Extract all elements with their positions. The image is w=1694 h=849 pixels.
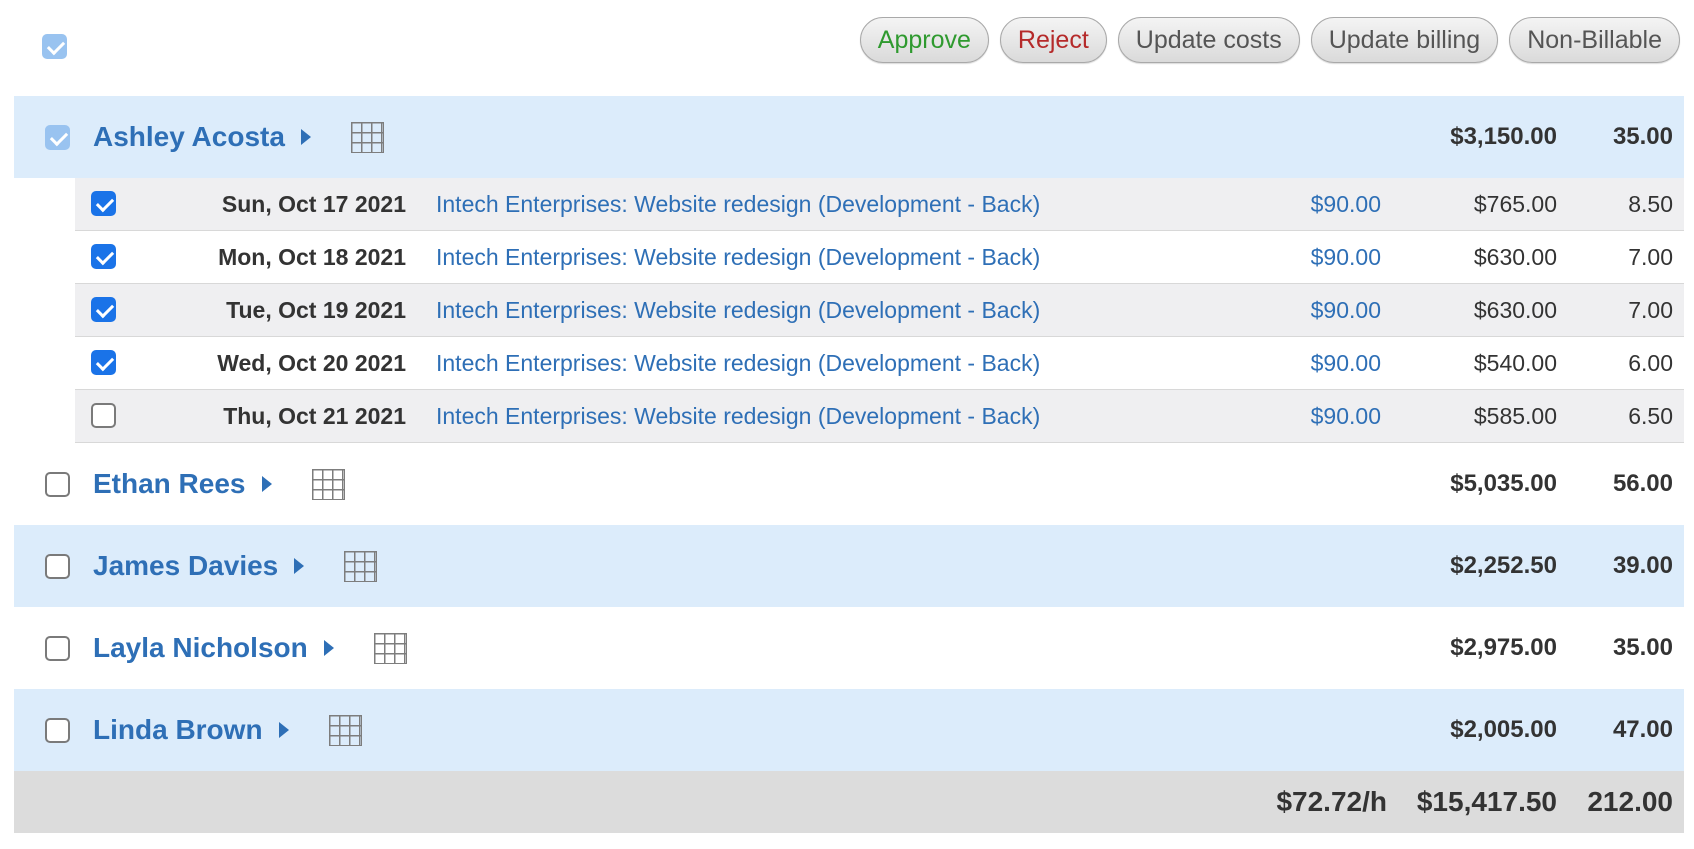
entry-date: Thu, Oct 21 2021 <box>223 403 406 429</box>
entry-date: Sun, Oct 17 2021 <box>221 191 406 217</box>
group-row-ashley-acosta: Ashley Acosta $3,150.00 35.00 <box>14 96 1684 178</box>
group-checkbox[interactable] <box>45 718 70 743</box>
group-hours: 39.00 <box>1612 552 1673 579</box>
group-name-cell: James Davies <box>93 525 378 607</box>
timesheet-table: Ashley Acosta $3,150.00 35.00 Sun, Oct 1… <box>14 96 1684 833</box>
group-amount: $2,252.50 <box>1450 552 1557 579</box>
group-row-james-davies: James Davies $2,252.50 39.00 <box>14 525 1684 607</box>
entry-amount: $630.00 <box>1473 297 1557 323</box>
caret-right-icon[interactable] <box>278 722 289 738</box>
entry-date: Wed, Oct 20 2021 <box>217 350 406 376</box>
total-amount: $15,417.50 <box>1416 786 1557 817</box>
entry-date: Tue, Oct 19 2021 <box>226 297 406 323</box>
group-amount: $2,005.00 <box>1450 716 1557 743</box>
entry-rate[interactable]: $90.00 <box>1311 337 1381 390</box>
reject-button[interactable]: Reject <box>999 17 1107 63</box>
entry-rate[interactable]: $90.00 <box>1311 284 1381 337</box>
group-hours: 35.00 <box>1612 123 1673 150</box>
totals-row: $72.72/h $15,417.50 212.00 <box>14 771 1684 833</box>
select-all-checkbox-wrapper <box>42 34 68 60</box>
group-hours: 35.00 <box>1612 634 1673 661</box>
entry-project-link[interactable]: Intech Enterprises: Website redesign (De… <box>436 284 1040 337</box>
group-row-layla-nicholson: Layla Nicholson $2,975.00 35.00 <box>14 607 1684 689</box>
group-name-link[interactable]: Linda Brown <box>93 714 263 746</box>
entry-checkbox[interactable] <box>91 191 116 216</box>
entry-hours: 7.00 <box>1628 244 1673 270</box>
group-amount: $3,150.00 <box>1450 123 1557 150</box>
caret-right-icon[interactable] <box>294 558 305 574</box>
group-hours: 47.00 <box>1612 716 1673 743</box>
entry-checkbox[interactable] <box>91 244 116 269</box>
group-name-link[interactable]: Layla Nicholson <box>93 632 308 664</box>
caret-right-icon[interactable] <box>300 129 311 145</box>
entry-hours: 8.50 <box>1628 191 1673 217</box>
group-checkbox[interactable] <box>45 554 70 579</box>
entry-hours: 6.50 <box>1628 403 1673 429</box>
entry-project-link[interactable]: Intech Enterprises: Website redesign (De… <box>436 231 1040 284</box>
grid-icon[interactable] <box>373 632 407 664</box>
group-name-link[interactable]: James Davies <box>93 550 278 582</box>
entries-list: Sun, Oct 17 2021 Intech Enterprises: Web… <box>75 178 1684 443</box>
entry-checkbox[interactable] <box>91 403 116 428</box>
approve-button[interactable]: Approve <box>859 17 989 63</box>
entry-project-link[interactable]: Intech Enterprises: Website redesign (De… <box>436 390 1040 443</box>
entry-hours: 7.00 <box>1628 297 1673 323</box>
update-costs-button[interactable]: Update costs <box>1117 17 1300 63</box>
total-average-rate: $72.72/h <box>1276 786 1387 817</box>
entry-checkbox[interactable] <box>91 297 116 322</box>
group-row-linda-brown: Linda Brown $2,005.00 47.00 <box>14 689 1684 771</box>
group-name-cell: Ashley Acosta <box>93 96 384 178</box>
group-amount: $2,975.00 <box>1450 634 1557 661</box>
entry-project-link[interactable]: Intech Enterprises: Website redesign (De… <box>436 337 1040 390</box>
group-checkbox[interactable] <box>45 125 70 150</box>
entry-row: Tue, Oct 19 2021 Intech Enterprises: Web… <box>75 284 1684 337</box>
entry-rate[interactable]: $90.00 <box>1311 390 1381 443</box>
update-billing-button[interactable]: Update billing <box>1310 17 1499 63</box>
group-checkbox[interactable] <box>45 472 70 497</box>
group-row-ethan-rees: Ethan Rees $5,035.00 56.00 <box>14 443 1684 525</box>
grid-icon[interactable] <box>350 121 384 153</box>
entry-amount: $765.00 <box>1473 191 1557 217</box>
grid-icon[interactable] <box>344 550 378 582</box>
entry-checkbox[interactable] <box>91 350 116 375</box>
group-name-link[interactable]: Ethan Rees <box>93 468 246 500</box>
entry-rate[interactable]: $90.00 <box>1311 178 1381 231</box>
entry-project-link[interactable]: Intech Enterprises: Website redesign (De… <box>436 178 1040 231</box>
group-hours: 56.00 <box>1612 470 1673 497</box>
bulk-actions: Approve Reject Update costs Update billi… <box>859 17 1680 63</box>
group-checkbox[interactable] <box>45 636 70 661</box>
grid-icon[interactable] <box>311 468 345 500</box>
group-name-link[interactable]: Ashley Acosta <box>93 121 285 153</box>
entry-amount: $585.00 <box>1473 403 1557 429</box>
non-billable-button[interactable]: Non-Billable <box>1509 17 1680 63</box>
entry-hours: 6.00 <box>1628 350 1673 376</box>
entry-rate[interactable]: $90.00 <box>1311 231 1381 284</box>
caret-right-icon[interactable] <box>323 640 334 656</box>
group-name-cell: Linda Brown <box>93 689 362 771</box>
total-hours: 212.00 <box>1587 786 1673 817</box>
entry-row: Wed, Oct 20 2021 Intech Enterprises: Web… <box>75 337 1684 390</box>
group-name-cell: Ethan Rees <box>93 443 345 525</box>
toolbar: Approve Reject Update costs Update billi… <box>0 0 1694 96</box>
entry-date: Mon, Oct 18 2021 <box>218 244 406 270</box>
entry-row: Mon, Oct 18 2021 Intech Enterprises: Web… <box>75 231 1684 284</box>
entry-amount: $540.00 <box>1473 350 1557 376</box>
select-all-checkbox[interactable] <box>42 34 67 59</box>
caret-right-icon[interactable] <box>261 476 272 492</box>
entry-amount: $630.00 <box>1473 244 1557 270</box>
entry-row: Thu, Oct 21 2021 Intech Enterprises: Web… <box>75 390 1684 443</box>
group-amount: $5,035.00 <box>1450 470 1557 497</box>
group-name-cell: Layla Nicholson <box>93 607 407 689</box>
entry-row: Sun, Oct 17 2021 Intech Enterprises: Web… <box>75 178 1684 231</box>
grid-icon[interactable] <box>328 714 362 746</box>
